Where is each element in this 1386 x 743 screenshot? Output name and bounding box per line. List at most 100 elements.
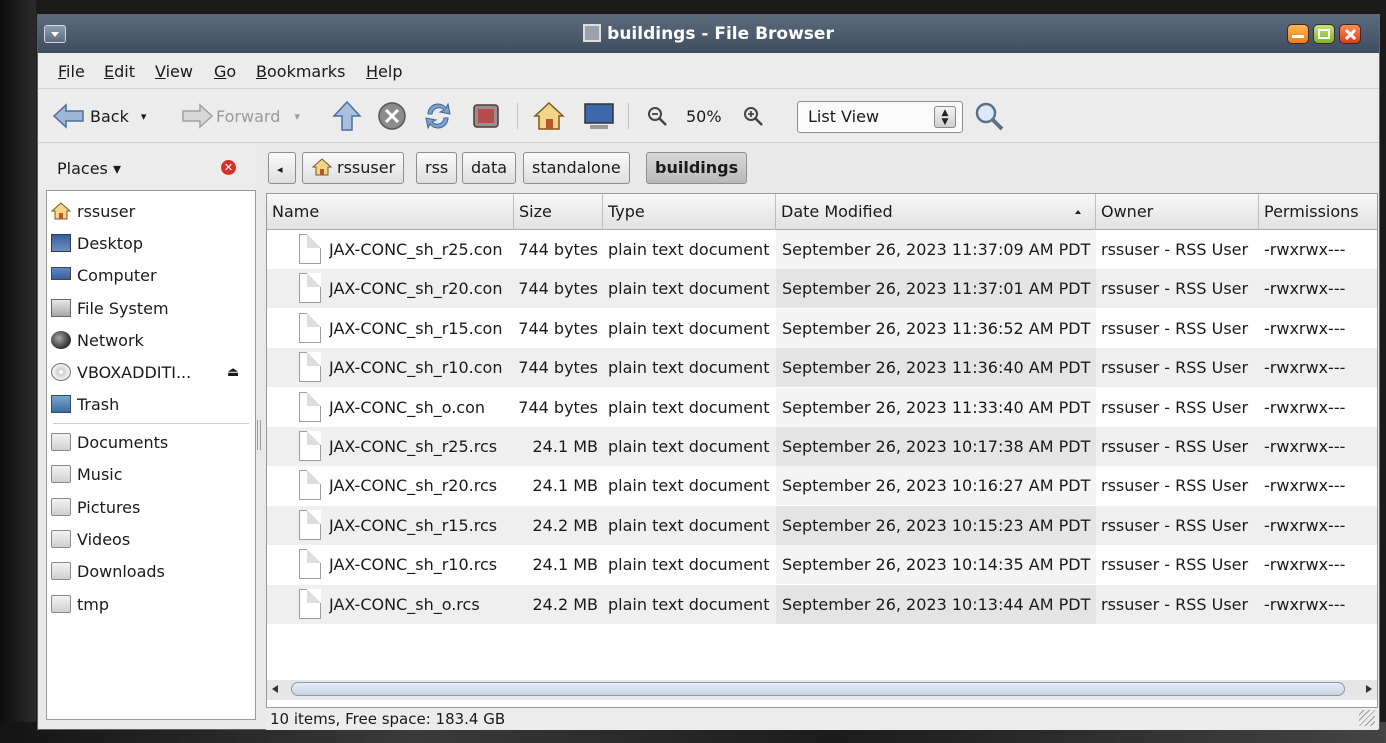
forward-history-dropdown[interactable]: ▾ (294, 110, 300, 123)
side-pane-header: Places ▾ ✕ (38, 144, 256, 190)
scroll-right-arrow-icon[interactable] (1366, 685, 1372, 693)
table-row[interactable]: JAX-CONC_sh_r20.con 744 bytes plain text d… (267, 269, 1377, 309)
menu-help[interactable]: Help (366, 62, 402, 81)
home-button[interactable] (532, 99, 566, 133)
column-header-owner[interactable]: Owner (1096, 194, 1259, 230)
cell-size: 24.2 MB (532, 594, 599, 614)
column-header-date-modified[interactable]: Date Modified (776, 194, 1096, 230)
path-scroll-left-button[interactable]: ◂ (268, 152, 296, 184)
table-row[interactable]: JAX-CONC_sh_r25.rcs 24.1 MB plain text doc… (267, 427, 1377, 466)
folder-icon (51, 465, 71, 483)
breadcrumb-data[interactable]: data (462, 152, 517, 184)
desktop-background (0, 0, 36, 743)
home-toolbar-button-alt[interactable] (470, 99, 502, 133)
breadcrumb-standalone[interactable]: standalone (523, 152, 630, 184)
sidebar-item-label: tmp (77, 594, 110, 614)
column-header-type[interactable]: Type (603, 194, 776, 230)
title-bar[interactable]: buildings - File Browser (38, 15, 1379, 53)
zoom-level: 50% (686, 106, 722, 126)
maximize-button[interactable] (1313, 24, 1335, 44)
sidebar-item-computer[interactable]: Computer (51, 261, 157, 289)
horizontal-scrollbar[interactable] (267, 680, 1377, 700)
sidebar-item-downloads[interactable]: Downloads (51, 557, 165, 585)
menu-file[interactable]: File (58, 62, 85, 81)
sidebar-item-pictures[interactable]: Pictures (51, 493, 140, 521)
breadcrumb-buildings[interactable]: buildings (646, 152, 748, 184)
resize-grip[interactable] (1359, 710, 1375, 726)
sidebar-item-vboxadditions[interactable]: VBOXADDITI... ⏏ (51, 358, 251, 386)
path-bar: ◂ rssuser rss data standalone buildings (266, 144, 1378, 190)
cell-name: JAX-CONC_sh_r15.rcs (329, 515, 498, 535)
cell-type: plain text document (608, 279, 770, 299)
sidebar-item-filesystem[interactable]: File System (51, 294, 169, 322)
sidebar-item-network[interactable]: Network (51, 326, 144, 354)
table-row[interactable]: JAX-CONC_sh_r25.con 744 bytes plain text d… (267, 230, 1377, 269)
sidebar-item-videos[interactable]: Videos (51, 525, 130, 553)
zoom-out-button[interactable] (646, 99, 668, 133)
home-icon (533, 101, 565, 130)
cell-name: JAX-CONC_sh_r15.con (329, 318, 503, 338)
menu-edit-label: dit (114, 62, 135, 81)
cell-owner: rssuser - RSS User (1101, 594, 1249, 614)
places-selector[interactable]: Places ▾ (57, 159, 121, 178)
pane-resize-handle[interactable] (257, 420, 261, 450)
back-button[interactable]: Back ▾ (52, 99, 146, 133)
scrollbar-thumb[interactable] (291, 682, 1345, 696)
table-row[interactable]: JAX-CONC_sh_r15.con 744 bytes plain text d… (267, 308, 1377, 348)
search-button[interactable] (972, 99, 1006, 133)
cell-owner: rssuser - RSS User (1101, 476, 1249, 496)
view-mode-select[interactable]: List View ▲ ▼ (797, 101, 963, 133)
table-row[interactable]: JAX-CONC_sh_o.con 744 bytes plain text doc… (267, 387, 1377, 427)
cell-size: 744 bytes (518, 240, 598, 259)
table-row[interactable]: JAX-CONC_sh_r15.rcs 24.2 MB plain text doc… (267, 505, 1377, 545)
sidebar-item-label: Desktop (77, 233, 143, 253)
column-header-label: Name (272, 202, 320, 221)
back-history-dropdown[interactable]: ▾ (141, 110, 147, 123)
up-button[interactable] (332, 99, 362, 133)
close-window-button[interactable] (1339, 24, 1361, 44)
network-icon (51, 331, 71, 349)
menu-bookmarks[interactable]: Bookmarks (256, 62, 345, 81)
breadcrumb-label: standalone (532, 158, 621, 177)
menu-view[interactable]: View (155, 62, 193, 81)
eject-icon[interactable]: ⏏ (227, 365, 239, 380)
sidebar-item-trash[interactable]: Trash (51, 390, 119, 418)
menu-go[interactable]: Go (214, 62, 236, 81)
cell-date: September 26, 2023 11:37:01 AM PDT (782, 279, 1091, 299)
scroll-left-arrow-icon[interactable] (272, 685, 278, 693)
view-mode-value: List View (808, 107, 880, 126)
cell-name: JAX-CONC_sh_r10.rcs (329, 555, 498, 575)
forward-button[interactable]: Forward ▾ (180, 99, 300, 133)
menu-file-label: ile (66, 62, 85, 81)
sidebar-item-music[interactable]: Music (51, 460, 123, 488)
breadcrumb-rss[interactable]: rss (416, 152, 458, 184)
cell-owner: rssuser - RSS User (1101, 397, 1249, 417)
folder-icon (51, 595, 71, 613)
computer-button[interactable] (582, 99, 616, 133)
sidebar-item-rssuser[interactable]: rssuser (51, 197, 135, 225)
sidebar-item-documents[interactable]: Documents (51, 428, 168, 456)
breadcrumb-rssuser[interactable]: rssuser (302, 152, 405, 184)
column-header-permissions[interactable]: Permissions (1259, 194, 1377, 230)
cell-type: plain text document (608, 358, 770, 378)
sidebar-item-tmp[interactable]: tmp (51, 590, 109, 618)
reload-button[interactable] (422, 99, 454, 133)
close-side-pane-button[interactable]: ✕ (221, 160, 236, 175)
table-row[interactable]: JAX-CONC_sh_o.rcs 24.2 MB plain text docum… (267, 584, 1377, 624)
sidebar-item-desktop[interactable]: Desktop (51, 229, 143, 257)
column-header-size[interactable]: Size (514, 194, 603, 230)
cell-perms: -rwxrwx--- (1264, 515, 1346, 535)
up-arrow-icon (332, 100, 362, 131)
forward-arrow-icon (182, 103, 214, 129)
stop-button[interactable] (376, 99, 408, 133)
table-row[interactable]: JAX-CONC_sh_r20.rcs 24.1 MB plain text doc… (267, 466, 1377, 506)
filesystem-icon (51, 299, 71, 317)
table-row[interactable]: JAX-CONC_sh_r10.rcs 24.1 MB plain text doc… (267, 545, 1377, 585)
minimize-button[interactable] (1287, 24, 1309, 44)
table-row[interactable]: JAX-CONC_sh_r10.con 744 bytes plain text d… (267, 348, 1377, 388)
menu-edit[interactable]: Edit (104, 62, 135, 81)
places-label: Places (57, 159, 108, 178)
sidebar-item-label: Music (77, 464, 123, 484)
zoom-in-button[interactable] (742, 99, 764, 133)
column-header-name[interactable]: Name (267, 194, 514, 230)
